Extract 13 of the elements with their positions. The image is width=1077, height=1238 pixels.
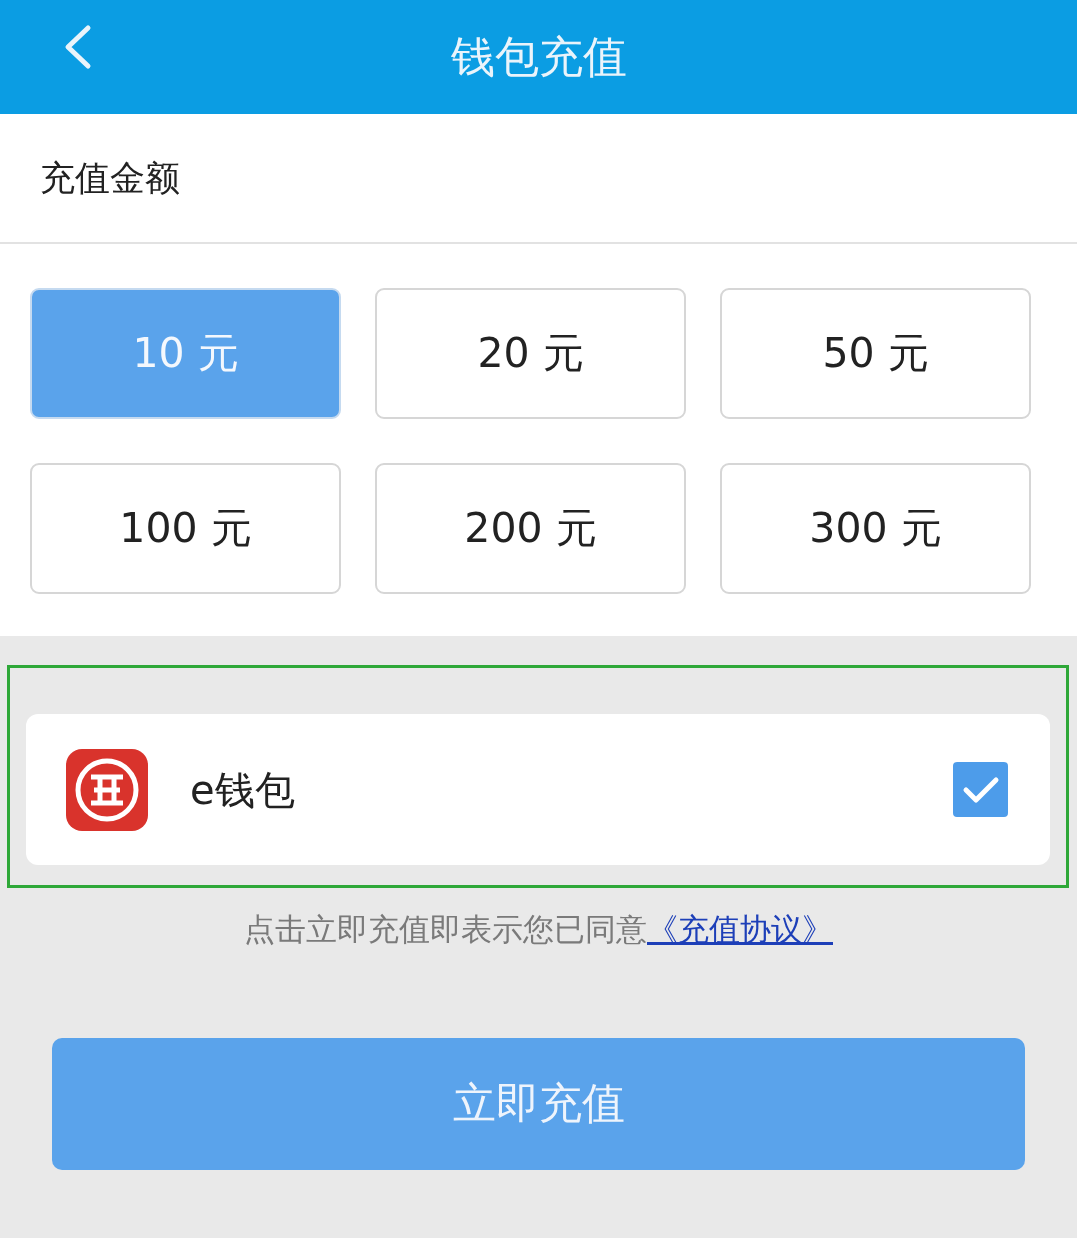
checkbox[interactable] <box>953 762 1008 817</box>
payment-option[interactable]: e钱包 <box>26 714 1050 865</box>
bank-logo-icon <box>66 748 148 831</box>
amount-option[interactable]: 300 元 <box>720 463 1031 594</box>
amount-option[interactable]: 100 元 <box>30 463 341 594</box>
agreement-text: 点击立即充值即表示您已同意《充值协议》 <box>243 910 834 949</box>
amount-option[interactable]: 20 元 <box>375 288 686 419</box>
amount-option[interactable]: 200 元 <box>375 463 686 594</box>
agreement-link[interactable]: 《充值协议》 <box>647 911 833 947</box>
payment-name: e钱包 <box>190 765 296 815</box>
page-title: 钱包充值 <box>450 35 627 79</box>
section-label: 充值金额 <box>40 156 180 200</box>
amount-option[interactable]: 50 元 <box>720 288 1031 419</box>
